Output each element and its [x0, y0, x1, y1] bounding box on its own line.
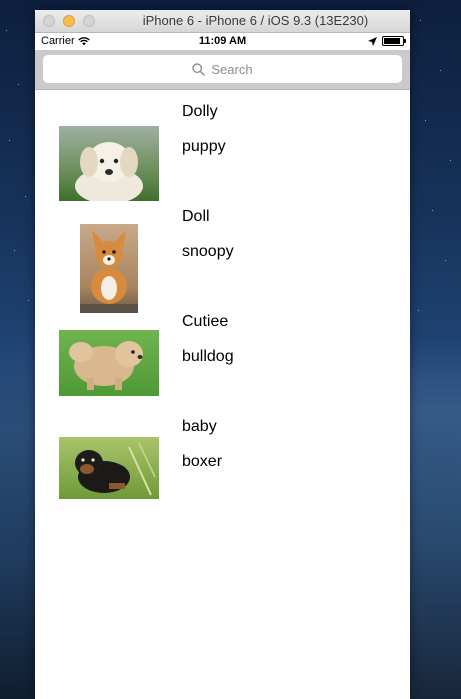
corgi-puppy-photo [80, 224, 138, 313]
search-input[interactable]: Search [43, 55, 402, 83]
list-item[interactable]: baby boxer [35, 415, 410, 520]
status-right-group [368, 36, 406, 46]
dog-breed: bulldog [182, 348, 234, 365]
search-placeholder: Search [211, 61, 253, 77]
dog-name: Dolly [182, 103, 218, 120]
ios-status-bar: Carrier 11:09 AM [35, 33, 410, 50]
search-icon [192, 62, 206, 76]
window-title: iPhone 6 - iPhone 6 / iOS 9.3 (13E230) [142, 13, 369, 28]
list-item[interactable]: Doll snoopy [35, 205, 410, 313]
location-arrow-icon [368, 36, 377, 46]
list-item[interactable]: Dolly puppy [35, 100, 410, 205]
white-puppy-photo [59, 126, 159, 201]
dog-breed: boxer [182, 453, 223, 470]
dog-name: Cutiee [182, 313, 229, 330]
dog-name: Doll [182, 208, 210, 225]
dog-breed: snoopy [182, 243, 234, 260]
chow-puppy-photo [59, 330, 159, 396]
dog-breed: puppy [182, 138, 226, 155]
list-item[interactable]: Cutiee bulldog [35, 310, 410, 415]
simulator-window: iPhone 6 - iPhone 6 / iOS 9.3 (13E230) C… [35, 10, 410, 699]
close-window-button[interactable] [43, 15, 55, 27]
battery-icon [382, 36, 406, 46]
search-bar: Search [35, 50, 410, 90]
zoom-window-button[interactable] [83, 15, 95, 27]
dog-name: baby [182, 418, 217, 435]
window-titlebar[interactable]: iPhone 6 - iPhone 6 / iOS 9.3 (13E230) [35, 10, 410, 33]
rottweiler-puppy-photo [59, 437, 159, 499]
status-time: 11:09 AM [198, 35, 247, 47]
minimize-window-button[interactable] [63, 15, 75, 27]
